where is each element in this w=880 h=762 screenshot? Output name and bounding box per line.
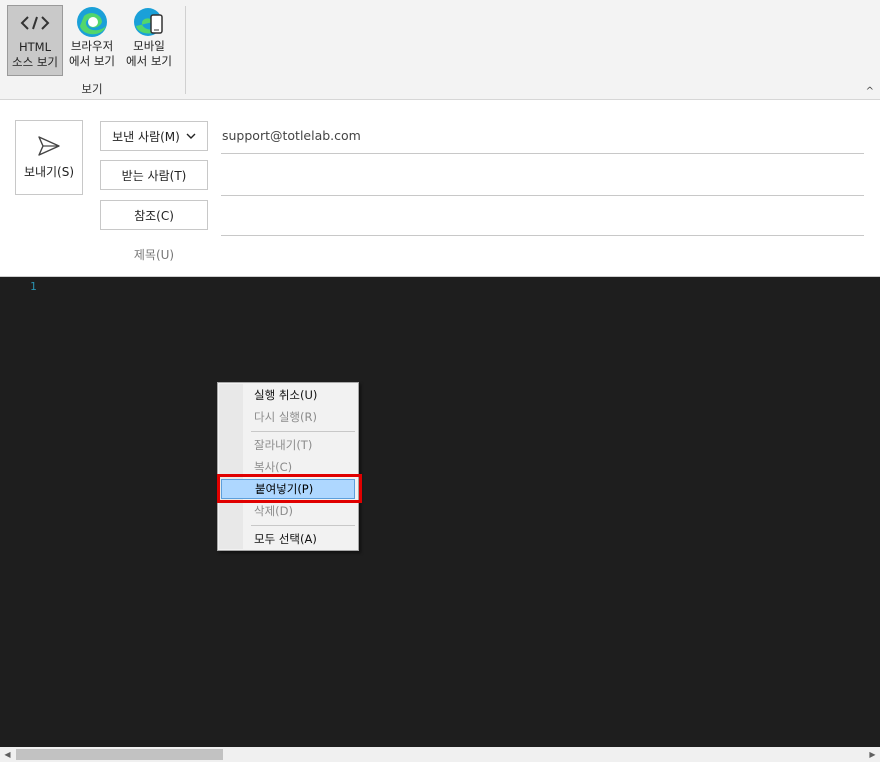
- html-source-view-label: HTML 소스 보기: [12, 40, 58, 69]
- ribbon-group-divider: [185, 6, 186, 94]
- html-source-editor[interactable]: 1: [0, 277, 880, 747]
- collapse-ribbon-icon[interactable]: ^: [866, 86, 874, 97]
- from-button[interactable]: 보낸 사람(M): [100, 121, 208, 151]
- to-label: 받는 사람(T): [121, 168, 187, 183]
- code-icon: [8, 6, 62, 40]
- line-number: 1: [30, 280, 37, 293]
- view-in-browser-label: 브라우저 에서 보기: [69, 39, 115, 68]
- menu-item-redo: 다시 실행(R): [254, 410, 317, 424]
- edge-browser-icon: [64, 5, 120, 39]
- compose-header: 보내기(S) 보낸 사람(M) support@totlelab.com 받는 …: [0, 100, 880, 277]
- menu-item-undo[interactable]: 실행 취소(U): [221, 385, 355, 405]
- paste-highlight-callout: [217, 474, 362, 503]
- cc-button[interactable]: 참조(C): [100, 200, 208, 230]
- send-button[interactable]: 보내기(S): [15, 120, 83, 195]
- to-button[interactable]: 받는 사람(T): [100, 160, 208, 190]
- ribbon: HTML 소스 보기 브라우저 에서 보기 모바일 에서 보기 보기 ^: [0, 0, 880, 100]
- html-source-view-button[interactable]: HTML 소스 보기: [7, 5, 63, 76]
- menu-item-select-all[interactable]: 모두 선택(A): [221, 529, 355, 549]
- menu-item-cut: 잘라내기(T): [254, 438, 313, 452]
- horizontal-scrollbar[interactable]: ◀ ▶: [0, 747, 880, 762]
- edge-mobile-icon: [121, 5, 177, 39]
- chevron-down-icon: [186, 129, 196, 143]
- from-label: 보낸 사람(M): [112, 129, 180, 144]
- scrollbar-thumb[interactable]: [16, 749, 223, 760]
- from-field[interactable]: support@totlelab.com: [221, 118, 864, 154]
- view-on-mobile-label: 모바일 에서 보기: [126, 39, 172, 68]
- scroll-left-arrow-icon[interactable]: ◀: [0, 747, 15, 762]
- send-icon: [16, 135, 82, 157]
- view-in-browser-button[interactable]: 브라우저 에서 보기: [64, 5, 120, 76]
- scroll-right-arrow-icon[interactable]: ▶: [865, 747, 880, 762]
- context-menu: 실행 취소(U) 다시 실행(R) 잘라내기(T) 복사(C) 붙여넣기(P) …: [217, 382, 359, 551]
- menu-separator: [251, 431, 355, 432]
- view-on-mobile-button[interactable]: 모바일 에서 보기: [121, 5, 177, 76]
- menu-item-delete: 삭제(D): [254, 504, 293, 518]
- cc-field[interactable]: [221, 200, 864, 236]
- cc-label: 참조(C): [134, 208, 174, 223]
- ribbon-group-label: 보기: [81, 82, 103, 96]
- subject-label: 제목(U): [133, 248, 175, 262]
- menu-separator: [251, 525, 355, 526]
- send-label: 보내기(S): [23, 165, 75, 179]
- to-field[interactable]: [221, 160, 864, 196]
